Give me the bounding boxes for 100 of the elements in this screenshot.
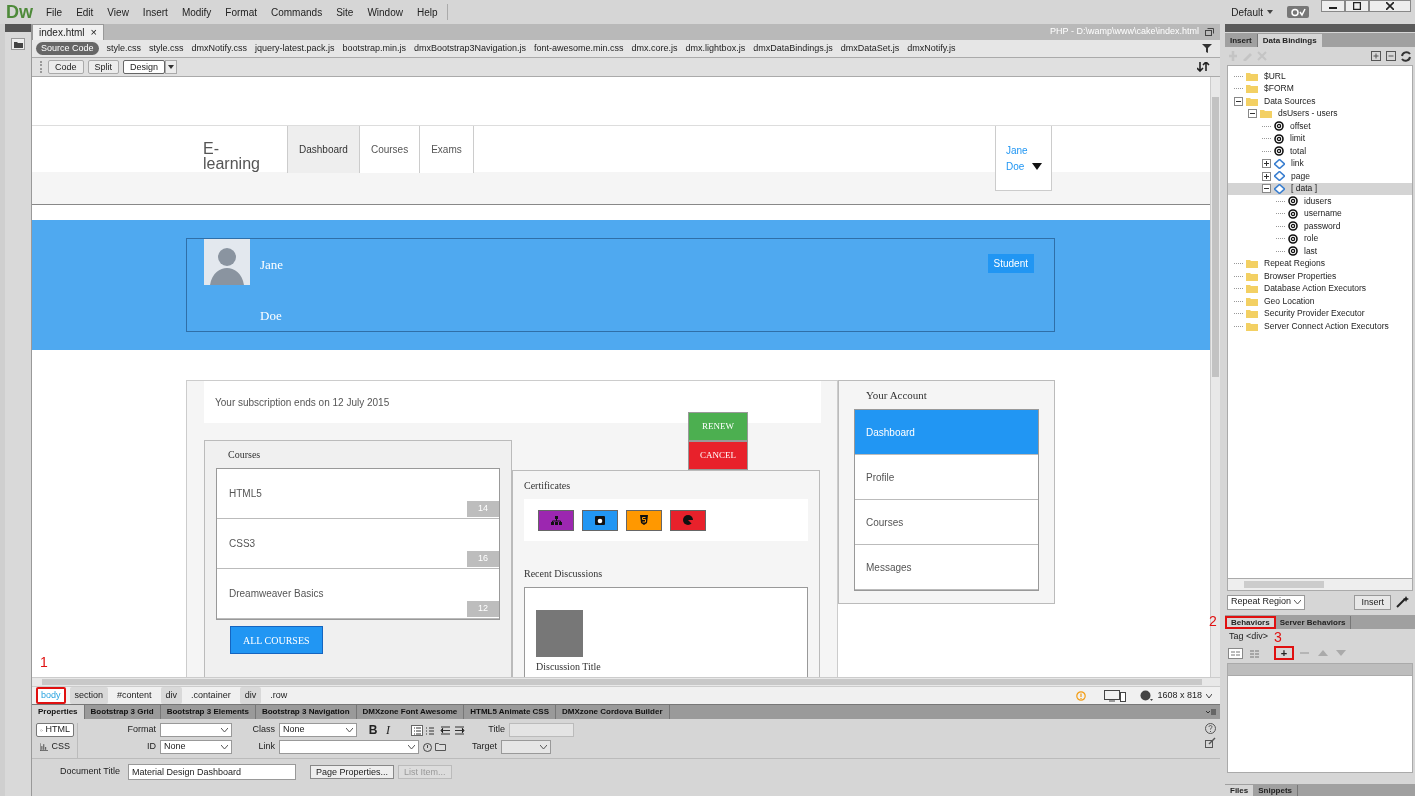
window-size[interactable]: 1608 x 818	[1157, 688, 1202, 703]
certificate-badge[interactable]	[626, 509, 662, 531]
panel-tab[interactable]: Snippets	[1253, 785, 1298, 796]
tree-item[interactable]: Server Connect Action Executors	[1228, 320, 1412, 333]
menu-item[interactable]: Window	[360, 4, 410, 20]
vertical-scrollbar[interactable]	[1210, 77, 1220, 677]
tag-selector-item[interactable]: #content	[112, 686, 157, 705]
menu-item[interactable]: Edit	[69, 4, 101, 20]
panel-tab[interactable]: Server Behaviors	[1275, 616, 1351, 629]
account-menu-item[interactable]: Messages	[855, 545, 1038, 590]
nav-link[interactable]: Dashboard	[287, 126, 360, 173]
related-file[interactable]: dmxNotify.js	[907, 41, 956, 56]
tree-item[interactable]: Repeat Regions	[1228, 257, 1412, 270]
related-file[interactable]: font-awesome.min.css	[534, 41, 624, 56]
id-select[interactable]: None	[160, 740, 232, 754]
tree-item[interactable]: [ data ]	[1228, 182, 1412, 195]
related-file[interactable]: dmx.lightbox.js	[685, 41, 746, 56]
repeat-region-select[interactable]: Repeat Region	[1227, 594, 1305, 610]
tree-item[interactable]: role	[1228, 232, 1412, 245]
tree-item[interactable]: password	[1228, 220, 1412, 233]
tree-item[interactable]: Browser Properties	[1228, 270, 1412, 283]
sync-settings-button[interactable]	[1287, 6, 1309, 18]
discussion-title[interactable]: Discussion Title	[536, 659, 807, 674]
course-item[interactable]: HTML5 14	[217, 469, 499, 519]
mode-button[interactable]: CSS	[36, 740, 74, 754]
close-button[interactable]	[1369, 0, 1411, 12]
related-file[interactable]: dmxDataSet.js	[840, 41, 900, 56]
certificate-badge[interactable]	[670, 509, 706, 531]
menu-item[interactable]: Site	[329, 4, 361, 20]
related-file[interactable]: dmxBootstrap3Navigation.js	[414, 41, 527, 56]
certificate-badge[interactable]	[538, 509, 574, 531]
account-menu-item[interactable]: Profile	[855, 455, 1038, 500]
format-select[interactable]	[160, 723, 232, 737]
panel-tab[interactable]: Files	[1225, 785, 1254, 796]
tree-item[interactable]: $FORM	[1228, 82, 1412, 95]
action-button[interactable]: CANCEL	[688, 441, 748, 470]
menu-item[interactable]: View	[100, 4, 136, 20]
workspace-switcher[interactable]: Default	[1231, 4, 1273, 20]
nav-link[interactable]: Exams	[419, 126, 474, 173]
tree-item[interactable]: Database Action Executors	[1228, 282, 1412, 295]
tree-item[interactable]: dsUsers - users	[1228, 107, 1412, 120]
panel-tab[interactable]: Insert	[1225, 34, 1258, 47]
italic-button[interactable]: I	[383, 721, 393, 739]
class-select[interactable]: None	[279, 723, 357, 737]
tree-item[interactable]: page	[1228, 170, 1412, 183]
account-menu-item[interactable]: Courses	[855, 500, 1038, 545]
mode-button[interactable]: HTML	[36, 723, 74, 737]
tree-item[interactable]: limit	[1228, 132, 1412, 145]
insert-button[interactable]: Insert	[1354, 594, 1391, 610]
tag-selector-item[interactable]: .row	[265, 686, 293, 705]
tree-item[interactable]: Security Provider Executor	[1228, 307, 1412, 320]
view-options-dropdown[interactable]	[165, 60, 178, 74]
minimize-button[interactable]	[1321, 0, 1345, 12]
related-file[interactable]: dmxDataBindings.js	[753, 41, 833, 56]
tree-item[interactable]: last	[1228, 245, 1412, 258]
course-item[interactable]: Dreamweaver Basics 12	[217, 569, 499, 619]
panel-tab[interactable]: Behaviors	[1225, 616, 1276, 629]
site-brand[interactable]: E-learning	[203, 126, 273, 171]
document-title-field[interactable]: Material Design Dashboard	[128, 764, 296, 780]
related-file[interactable]: style.css	[106, 41, 142, 56]
tree-item[interactable]: Geo Location	[1228, 295, 1412, 308]
menu-item[interactable]: Commands	[264, 4, 330, 20]
maximize-button[interactable]	[1345, 0, 1369, 12]
view-button[interactable]: Split	[87, 60, 120, 74]
tree-item[interactable]: offset	[1228, 120, 1412, 133]
title-field[interactable]	[509, 723, 574, 737]
tree-item[interactable]: Data Sources	[1228, 95, 1412, 108]
link-field[interactable]	[279, 740, 419, 754]
view-button[interactable]: Design	[123, 60, 166, 74]
horizontal-scrollbar[interactable]	[32, 677, 1220, 687]
panel-tab[interactable]: Data Bindings	[1257, 34, 1322, 47]
related-file[interactable]: bootstrap.min.js	[342, 41, 406, 56]
tag-selector-item[interactable]: .container	[186, 686, 236, 705]
menu-item[interactable]: Help	[409, 4, 445, 20]
tree-item[interactable]: total	[1228, 145, 1412, 158]
related-file[interactable]: style.css	[149, 41, 184, 56]
tree-item[interactable]: idusers	[1228, 195, 1412, 208]
related-file[interactable]: dmxNotify.css	[191, 41, 247, 56]
tree-item[interactable]: link	[1228, 157, 1412, 170]
files-panel-button[interactable]	[11, 38, 25, 50]
horizontal-scrollbar[interactable]	[1227, 579, 1413, 591]
panel-tab[interactable]: Properties	[32, 705, 85, 719]
tree-item[interactable]: $URL	[1228, 70, 1412, 83]
properties-button[interactable]: Page Properties...	[310, 765, 395, 779]
certificate-badge[interactable]	[582, 509, 618, 531]
related-file[interactable]: dmx.core.js	[631, 41, 678, 56]
tree-item[interactable]: username	[1228, 207, 1412, 220]
related-file[interactable]: jquery-latest.pack.js	[254, 41, 335, 56]
course-item[interactable]: CSS3 16	[217, 519, 499, 569]
add-behavior-button[interactable]: +	[1274, 646, 1294, 660]
menu-item[interactable]: Format	[218, 4, 264, 20]
menu-item[interactable]: File	[39, 4, 70, 20]
menu-item[interactable]: Insert	[135, 4, 175, 20]
folder-icon	[1246, 84, 1258, 94]
bold-button[interactable]: B	[367, 721, 379, 739]
document-tab[interactable]: index.html ×	[32, 24, 104, 40]
close-tab-button[interactable]: ×	[90, 27, 97, 38]
related-file[interactable]: Source Code	[36, 41, 99, 56]
menu-item[interactable]: Modify	[174, 4, 219, 20]
view-button[interactable]: Code	[48, 60, 84, 74]
